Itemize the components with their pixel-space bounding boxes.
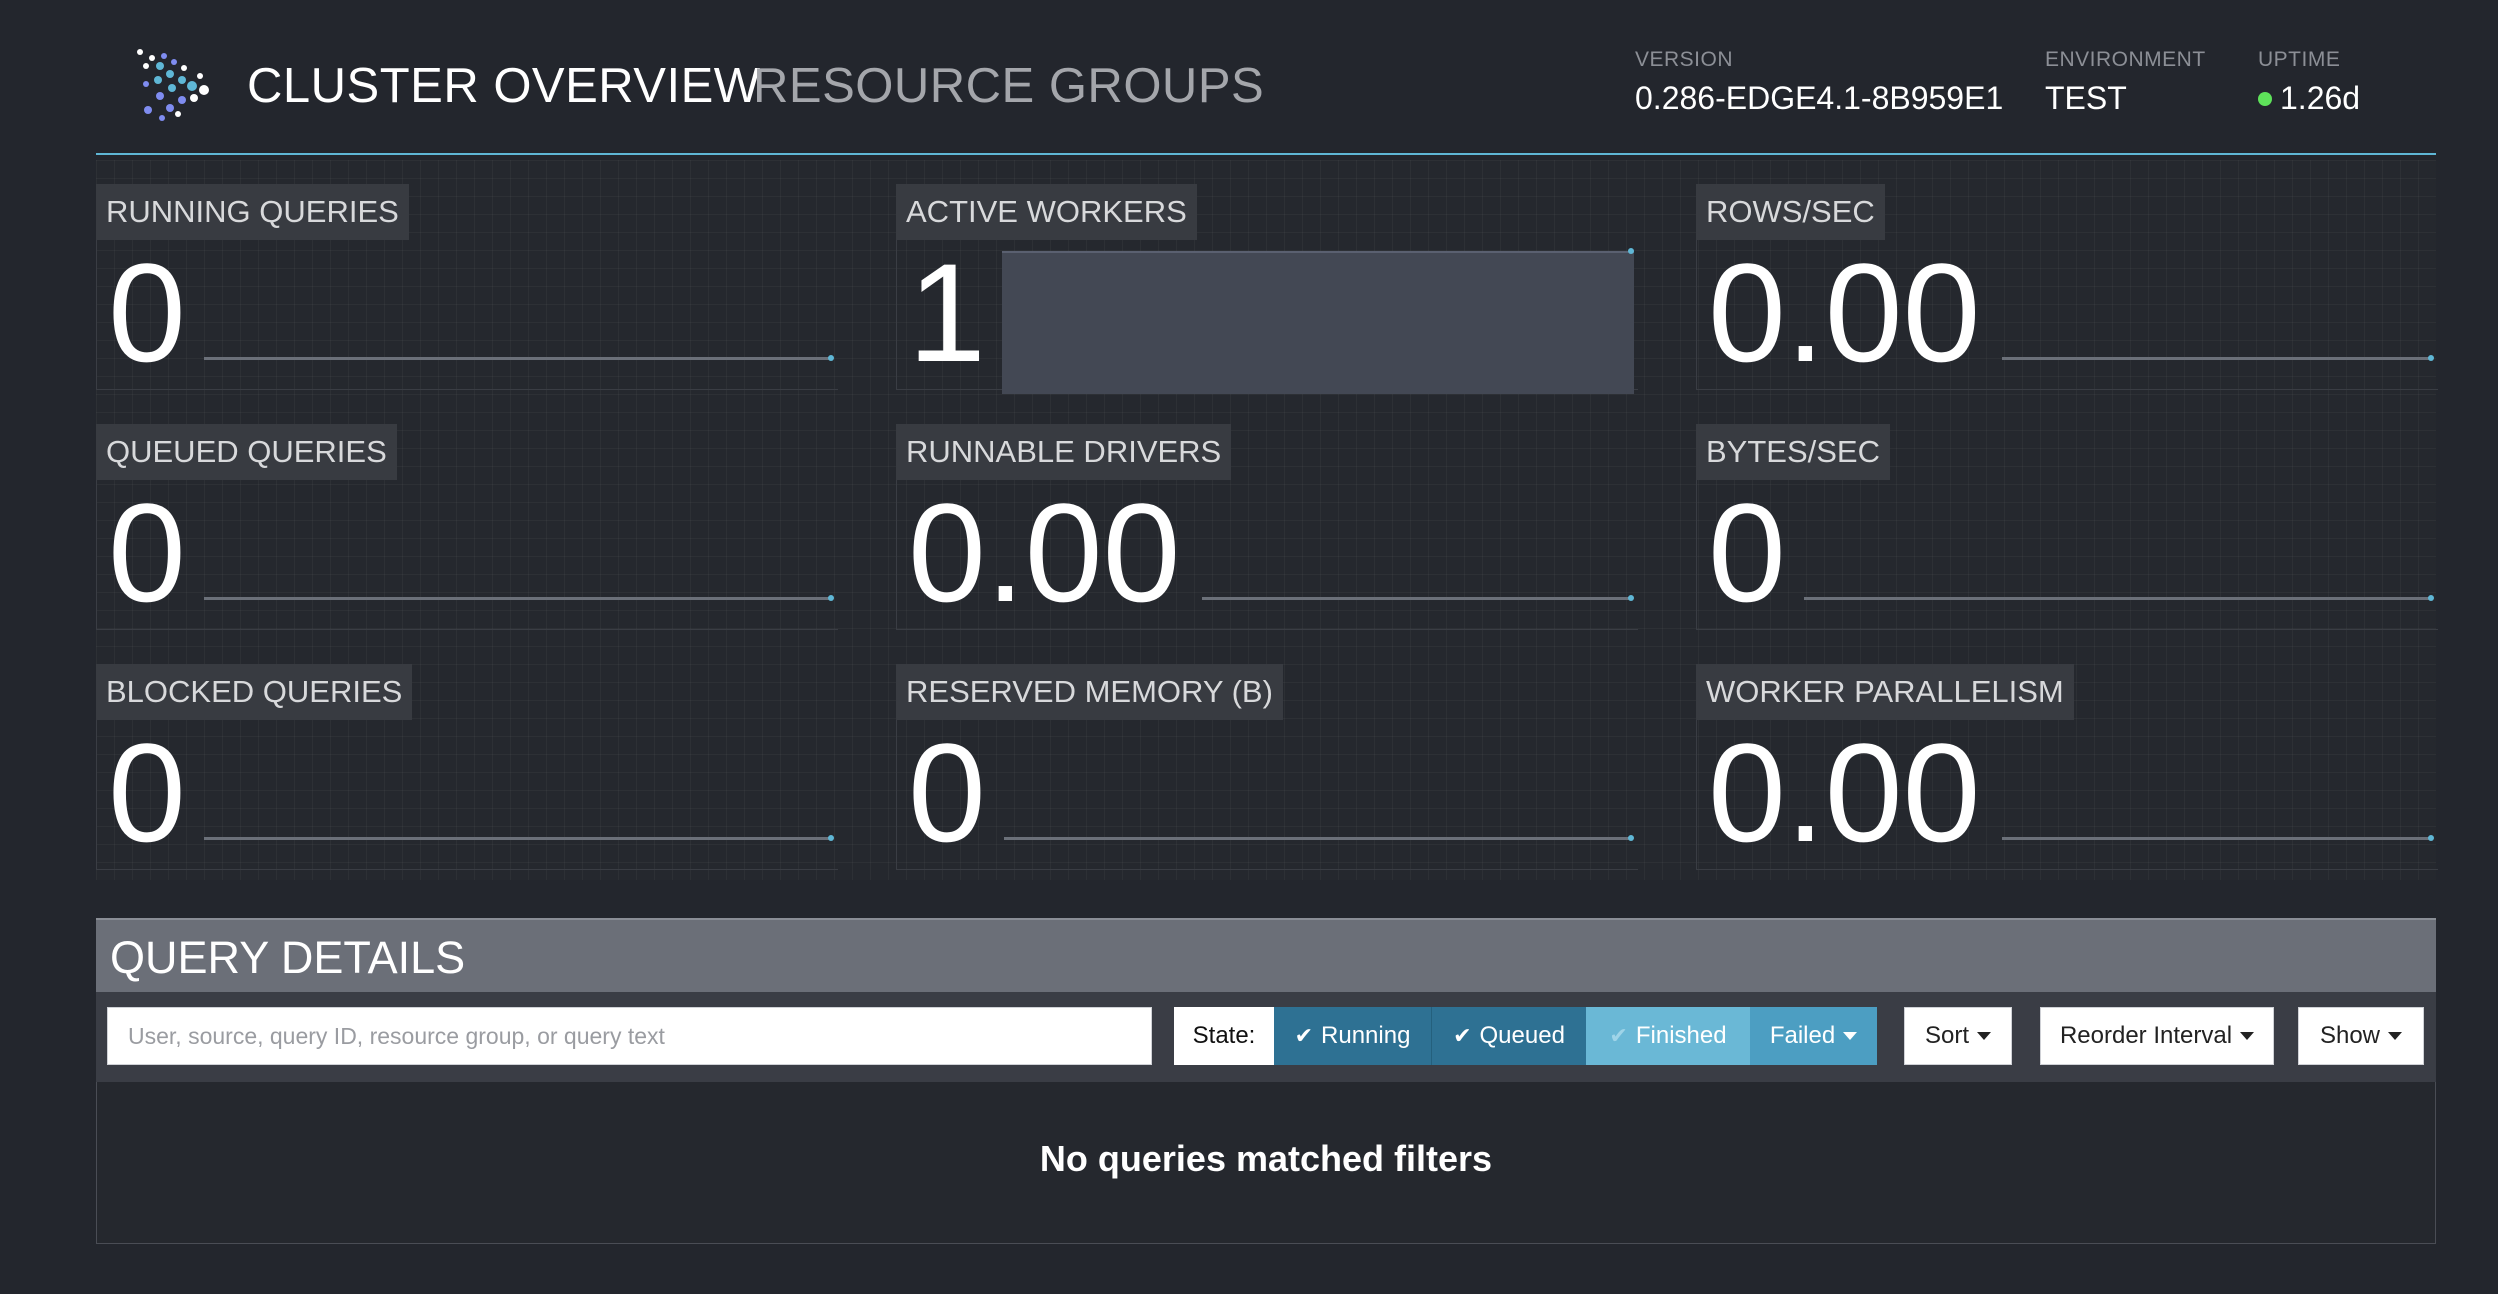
nav-cluster-overview[interactable]: CLUSTER OVERVIEW <box>247 58 761 114</box>
stat-label: RUNNING QUERIES <box>96 184 409 240</box>
sparkline-end-dot <box>828 835 834 841</box>
sparkline <box>1804 597 2430 600</box>
stat-label: ACTIVE WORKERS <box>896 184 1197 240</box>
active-workers-bar <box>1002 251 1634 394</box>
reorder-label: Reorder Interval <box>2059 1022 2233 1049</box>
caret-down-icon <box>1977 1032 1991 1040</box>
stat-label: BYTES/SEC <box>1696 424 1890 480</box>
state-filter-label: Running <box>1321 1022 1411 1049</box>
sparkline-end-dot <box>828 595 834 601</box>
sparkline <box>2002 357 2430 360</box>
state-filter-label: Failed <box>1769 1022 1836 1049</box>
state-filter-queued[interactable]: ✔ Queued <box>1432 1007 1586 1065</box>
stat-tile-blocked-queries: BLOCKED QUERIES 0 <box>96 640 838 870</box>
stat-box <box>96 720 838 870</box>
sparkline-end-dot <box>828 355 834 361</box>
stat-label: BLOCKED QUERIES <box>96 664 413 720</box>
stat-tile-running-queries: RUNNING QUERIES 0 <box>96 160 838 390</box>
stat-label: WORKER PARALLELISM <box>1696 664 2074 720</box>
sparkline <box>1202 597 1630 600</box>
stat-value: 0 <box>108 474 186 631</box>
environment-label: ENVIRONMENT <box>2045 48 2206 71</box>
sort-label: Sort <box>1924 1022 1969 1049</box>
stat-tile-rows-per-sec: ROWS/SEC 0.00 <box>1696 160 2438 390</box>
sparkline-end-dot <box>2428 595 2434 601</box>
stat-value: 0.00 <box>1708 714 1981 871</box>
stat-value: 0 <box>1708 474 1786 631</box>
sparkline <box>204 837 830 840</box>
stat-tile-reserved-memory: RESERVED MEMORY (B) 0 <box>896 640 1638 870</box>
sparkline <box>204 597 830 600</box>
show-label: Show <box>2319 1022 2381 1049</box>
nav-resource-groups[interactable]: RESOURCE GROUPS <box>753 58 1264 114</box>
check-icon: ✔ <box>1453 1023 1472 1048</box>
stat-tile-bytes-per-sec: BYTES/SEC 0 <box>1696 400 2438 630</box>
check-icon: ✔ <box>1609 1023 1628 1048</box>
empty-state-message: No queries matched filters <box>1039 1138 1493 1179</box>
state-filter-finished[interactable]: ✔ Finished <box>1586 1007 1750 1065</box>
caret-down-icon <box>2388 1032 2403 1040</box>
sparkline-end-dot <box>2428 835 2434 841</box>
state-filter-label: Finished <box>1635 1022 1727 1049</box>
stat-label: RUNNABLE DRIVERS <box>896 424 1232 480</box>
stat-label: RESERVED MEMORY (B) <box>896 664 1283 720</box>
version-info: VERSION 0.286-EDGE4.1-8B959E1 <box>1635 48 2003 117</box>
reorder-interval-dropdown-button[interactable]: Reorder Interval <box>2040 1007 2274 1065</box>
stat-tile-active-workers: ACTIVE WORKERS 1 <box>896 160 1638 394</box>
stat-box <box>96 480 838 630</box>
stat-value: 0.00 <box>908 474 1181 631</box>
uptime-info: UPTIME 1.26d <box>2258 48 2360 117</box>
environment-info: ENVIRONMENT TEST <box>2045 48 2206 117</box>
stat-tile-queued-queries: QUEUED QUERIES 0 <box>96 400 838 630</box>
show-dropdown-button[interactable]: Show <box>2298 1007 2424 1065</box>
uptime-row: 1.26d <box>2258 80 2360 117</box>
stat-tile-runnable-drivers: RUNNABLE DRIVERS 0.00 <box>896 400 1638 630</box>
version-label: VERSION <box>1635 48 1734 71</box>
stat-label: ROWS/SEC <box>1696 184 1885 240</box>
version-value: 0.286-EDGE4.1-8B959E1 <box>1635 80 2004 116</box>
sparkline-end-dot <box>1628 248 1634 254</box>
sort-dropdown-button[interactable]: Sort <box>1904 1007 2012 1065</box>
query-filter-toolbar: State: ✔ Running ✔ Queued ✔ Finished Fai… <box>96 992 2436 1082</box>
stat-value: 0 <box>908 714 986 871</box>
sparkline <box>1004 837 1630 840</box>
stat-box <box>896 720 1638 870</box>
stat-label: QUEUED QUERIES <box>96 424 397 480</box>
status-dot-icon <box>2258 91 2272 106</box>
stat-value: 0 <box>108 714 186 871</box>
sparkline-end-dot <box>1628 595 1634 601</box>
uptime-label: UPTIME <box>2258 48 2341 71</box>
check-icon: ✔ <box>1294 1023 1314 1048</box>
state-filter-running[interactable]: ✔ Running <box>1274 1007 1432 1065</box>
presto-logo-icon[interactable] <box>134 46 216 122</box>
stat-box <box>96 240 838 390</box>
sparkline-end-dot <box>1628 835 1634 841</box>
sparkline <box>2002 837 2430 840</box>
stat-value: 1 <box>908 234 986 391</box>
query-details-header: QUERY DETAILS <box>96 918 2436 992</box>
environment-value: TEST <box>2045 80 2127 116</box>
uptime-value: 1.26d <box>2280 80 2361 116</box>
caret-down-icon <box>2240 1032 2255 1040</box>
stat-value: 0.00 <box>1708 234 1981 391</box>
stat-tile-worker-parallelism: WORKER PARALLELISM 0.00 <box>1696 640 2438 870</box>
caret-down-icon <box>1843 1032 1858 1040</box>
stat-box <box>1696 480 2438 630</box>
top-nav-bar: CLUSTER OVERVIEW RESOURCE GROUPS VERSION… <box>96 0 2436 155</box>
state-label: State: <box>1174 1007 1274 1065</box>
query-details-title: QUERY DETAILS <box>110 932 466 983</box>
state-filter-label: Queued <box>1479 1022 1565 1049</box>
sparkline <box>204 357 830 360</box>
stat-value: 0 <box>108 234 186 391</box>
query-list: No queries matched filters <box>96 1082 2436 1244</box>
sparkline-end-dot <box>2428 355 2434 361</box>
query-search-input[interactable] <box>107 1007 1152 1065</box>
state-filter-failed-dropdown[interactable]: Failed <box>1750 1007 1877 1065</box>
